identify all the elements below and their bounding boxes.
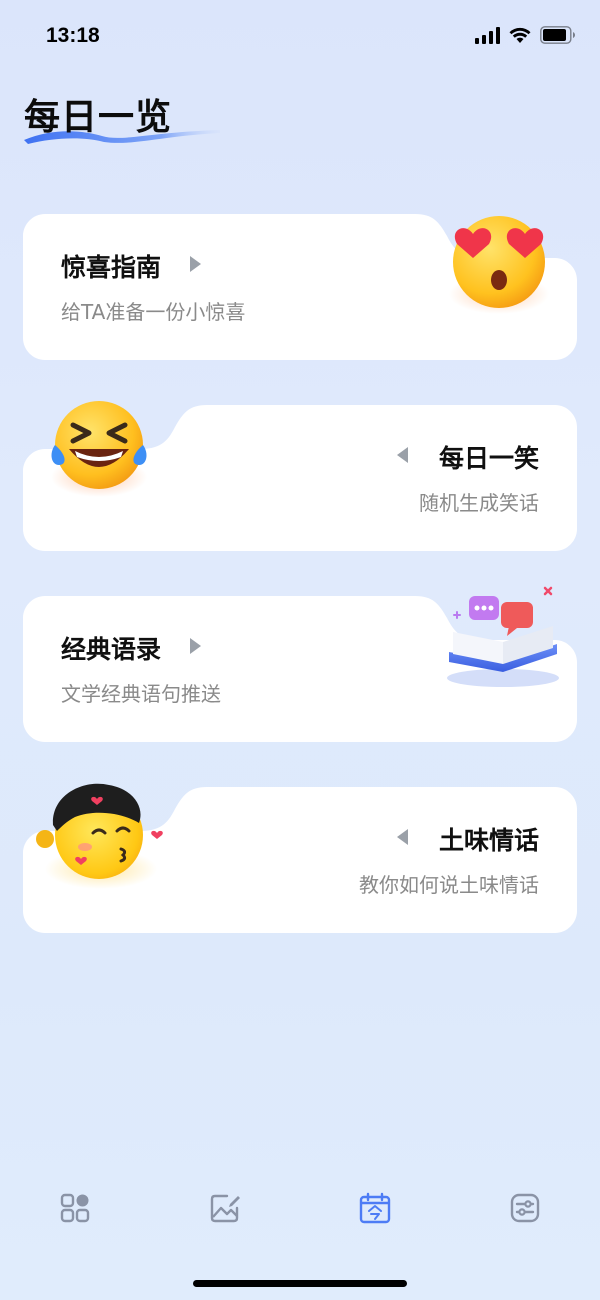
tab-today[interactable] — [355, 1188, 395, 1228]
arrow-left-icon — [397, 447, 408, 463]
page-header: 每日一览 — [22, 88, 232, 168]
tab-settings[interactable] — [505, 1188, 545, 1228]
arrow-right-icon — [190, 256, 201, 272]
status-bar: 13:18 — [0, 0, 600, 72]
bottom-tab-bar — [0, 1170, 600, 1250]
status-time: 13:18 — [46, 24, 100, 47]
book-chat-bubbles-icon — [447, 586, 559, 687]
card-cheesy-love-lines[interactable]: 土味情话 教你如何说土味情话 — [23, 783, 577, 933]
tab-image[interactable] — [205, 1188, 245, 1228]
arrow-left-icon — [397, 829, 408, 845]
card-subtitle: 给TA准备一份小惊喜 — [61, 300, 246, 324]
page-title: 每日一览 — [24, 97, 173, 138]
cellular-signal-icon — [475, 26, 500, 44]
wifi-icon — [509, 27, 531, 43]
arrow-right-icon — [190, 638, 201, 654]
settings-sliders-icon — [510, 1193, 540, 1223]
tab-apps[interactable] — [55, 1188, 95, 1228]
battery-icon — [540, 26, 575, 44]
card-surprise-guide[interactable]: 惊喜指南 给TA准备一份小惊喜 — [23, 214, 577, 360]
kissing-boy-emoji-icon — [36, 783, 163, 889]
card-daily-joke[interactable]: 每日一笑 随机生成笑话 — [23, 401, 577, 551]
card-title: 经典语录 — [61, 635, 162, 664]
laughing-emoji-icon — [51, 401, 147, 497]
card-title: 土味情话 — [438, 826, 539, 855]
card-subtitle: 随机生成笑话 — [419, 491, 539, 515]
grid-apps-icon — [60, 1193, 90, 1223]
calendar-today-icon — [359, 1192, 391, 1224]
card-title: 每日一笑 — [438, 444, 539, 473]
home-indicator[interactable] — [193, 1280, 407, 1287]
card-classic-quotes[interactable]: 经典语录 文学经典语句推送 — [23, 586, 577, 742]
status-icons — [475, 26, 576, 44]
card-title: 惊喜指南 — [61, 253, 162, 282]
card-subtitle: 教你如何说土味情话 — [359, 873, 539, 897]
card-subtitle: 文学经典语句推送 — [61, 682, 221, 706]
image-edit-icon — [210, 1194, 240, 1223]
heart-eyes-emoji-icon — [449, 216, 549, 314]
